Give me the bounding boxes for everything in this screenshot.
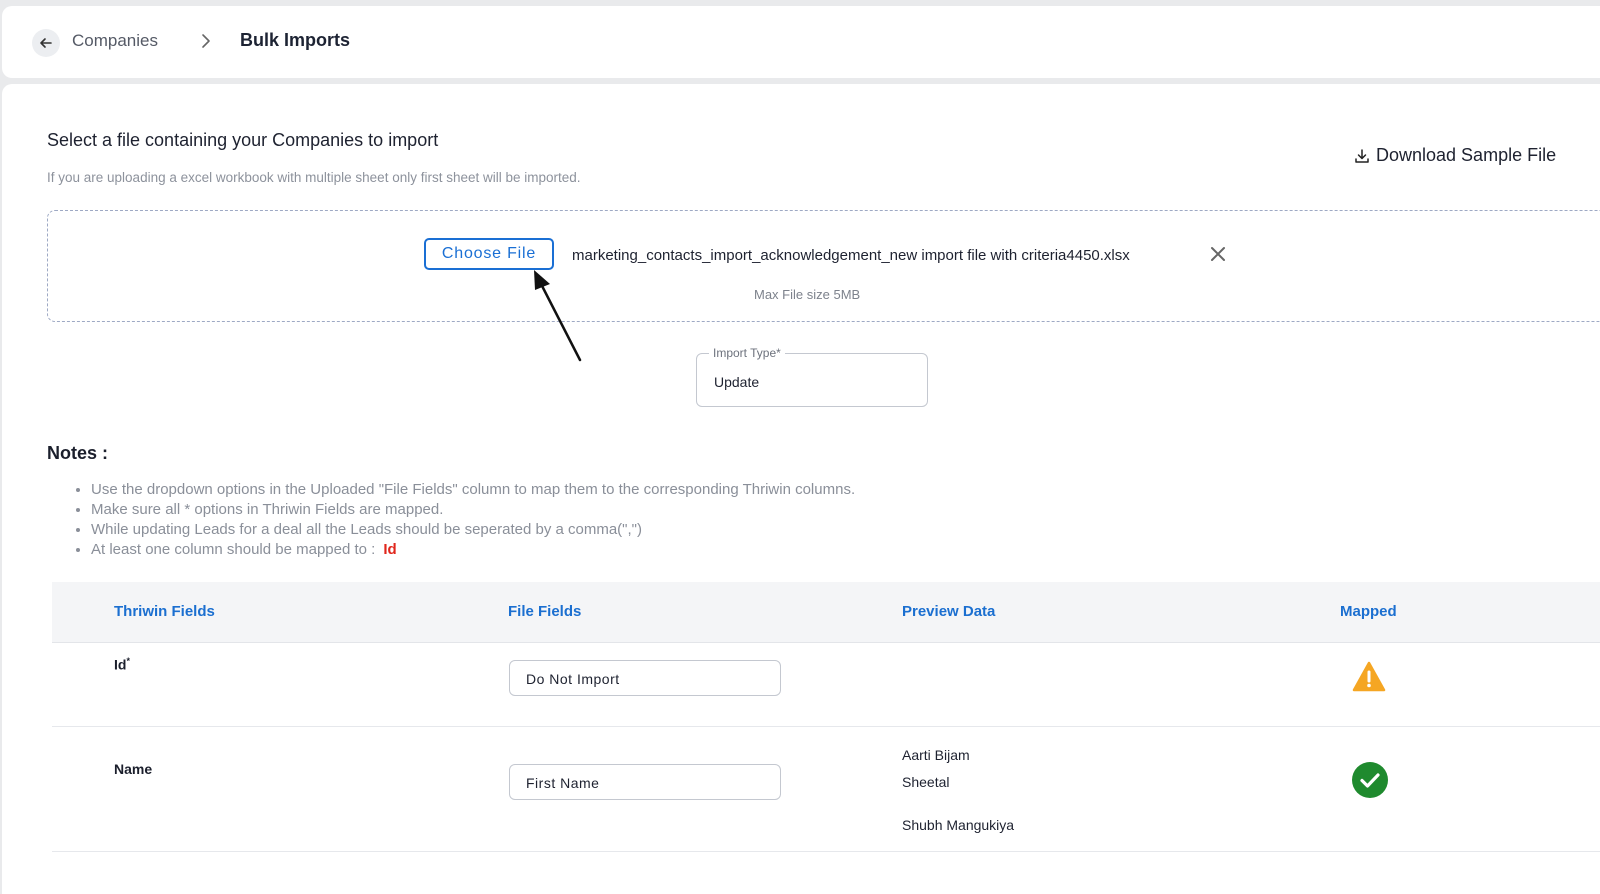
notes-list: Use the dropdown options in the Uploaded… <box>47 480 855 560</box>
preview-value: Aarti Bijam <box>902 747 970 763</box>
thriwin-field-name: Id* <box>114 656 130 673</box>
preview-value: Sheetal <box>902 774 950 790</box>
note-item: While updating Leads for a deal all the … <box>91 520 855 540</box>
download-sample-file-link[interactable]: Download Sample File <box>1354 145 1556 166</box>
required-field-id: Id <box>383 541 397 558</box>
download-sample-label: Download Sample File <box>1376 145 1557 165</box>
header-preview-data: Preview Data <box>902 603 996 620</box>
close-icon[interactable] <box>1209 245 1227 263</box>
chevron-right-icon <box>202 34 210 48</box>
import-type-label: Import Type* <box>709 346 785 360</box>
pointer-arrow-annotation <box>534 270 582 362</box>
check-icon <box>1352 762 1388 798</box>
upload-title: Select a file containing your Companies … <box>47 130 439 150</box>
download-icon <box>1355 148 1369 163</box>
breadcrumb-companies[interactable]: Companies <box>72 31 158 51</box>
file-field-select[interactable]: Do Not Import <box>509 660 781 696</box>
header-thriwin-fields: Thriwin Fields <box>114 603 215 620</box>
import-type-value: Update <box>714 374 760 390</box>
page-title: Bulk Imports <box>240 30 351 50</box>
note-item: Make sure all * options in Thriwin Field… <box>91 500 855 520</box>
back-button[interactable] <box>32 29 60 57</box>
header-bar: Companies Bulk Imports <box>2 6 1600 78</box>
header-mapped: Mapped <box>1340 603 1397 620</box>
file-field-select[interactable]: First Name <box>509 764 781 800</box>
note-item-text: At least one column should be mapped to … <box>91 541 376 558</box>
max-file-size: Max File size 5MB <box>754 287 861 302</box>
arrow-left-icon <box>40 38 52 48</box>
upload-subtitle: If you are uploading a excel workbook wi… <box>47 170 581 185</box>
preview-value: Shubh Mangukiya <box>902 817 1015 833</box>
table-row: Id* Do Not Import <box>52 643 1600 727</box>
note-item: At least one column should be mapped to … <box>91 540 855 560</box>
selected-file-name: marketing_contacts_import_acknowledgemen… <box>572 247 1130 264</box>
header-file-fields: File Fields <box>508 603 582 620</box>
note-item: Use the dropdown options in the Uploaded… <box>91 480 855 500</box>
thriwin-field-name: Name <box>114 761 153 777</box>
import-type-select[interactable]: Import Type* Update <box>696 346 928 407</box>
notes-title: Notes : <box>47 443 109 463</box>
table-row: Name First Name Aarti Bijam Sheetal Shub… <box>52 727 1600 852</box>
file-dropzone[interactable]: Choose File marketing_contacts_import_ac… <box>47 210 1600 322</box>
main-panel: Select a file containing your Companies … <box>2 84 1600 894</box>
warning-icon <box>1352 661 1386 692</box>
mapping-table-header: Thriwin Fields File Fields Preview Data … <box>52 582 1600 643</box>
